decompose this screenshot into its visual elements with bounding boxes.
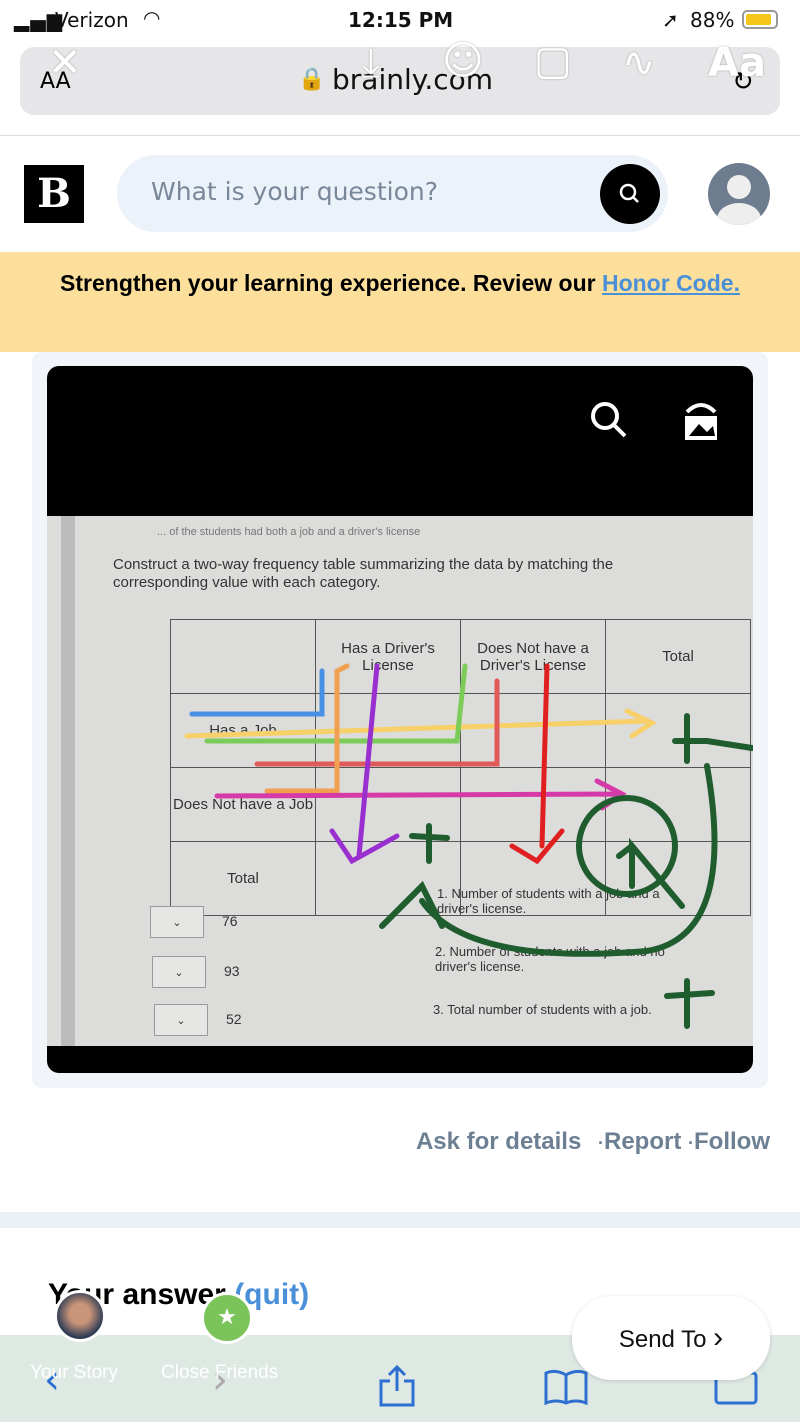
url-bar[interactable]: AA 🔒 brainly.com ↻ <box>20 47 780 115</box>
follow-link[interactable]: Follow <box>694 1128 770 1155</box>
search-button[interactable] <box>600 164 660 224</box>
chevron-right-icon: › <box>713 1321 724 1354</box>
clock: 12:15 PM <box>348 8 454 32</box>
question-image[interactable]: ... of the students had both a job and a… <box>47 366 753 1073</box>
search-icon <box>619 183 639 203</box>
draw-icon[interactable]: ∿ <box>622 40 656 86</box>
banner-text: Strengthen your learning experience. Rev… <box>60 270 602 296</box>
ask-for-details-link[interactable]: Ask for details <box>416 1128 581 1155</box>
close-friends-label[interactable]: Close Friends <box>161 1362 278 1384</box>
zoom-icon[interactable] <box>587 398 631 442</box>
face-effects-icon[interactable]: ☺ <box>442 38 484 84</box>
divider <box>0 135 800 136</box>
drawing-annotations <box>184 663 753 1029</box>
section-divider <box>0 1212 800 1228</box>
send-to-label: Send To <box>618 1326 707 1353</box>
lock-icon: 🔒 <box>298 67 326 92</box>
wifi-icon: ◠ <box>143 6 161 30</box>
your-story-avatar[interactable] <box>54 1290 106 1342</box>
rotate-image-icon[interactable] <box>679 396 723 444</box>
send-to-button[interactable]: Send To › <box>572 1296 770 1380</box>
close-icon[interactable]: ✕ <box>48 40 82 86</box>
search-input[interactable]: What is your question? <box>117 155 668 232</box>
search-placeholder: What is your question? <box>151 177 438 206</box>
question-actions: Ask for details ·Report ·Follow <box>0 1128 770 1156</box>
avatar[interactable] <box>708 163 770 225</box>
location-icon: ➚ <box>662 8 679 32</box>
honor-code-banner: Strengthen your learning experience. Rev… <box>0 252 800 352</box>
brainly-logo[interactable]: B <box>24 165 84 223</box>
homework-photo: ... of the students had both a job and a… <box>47 516 753 1046</box>
text-icon[interactable]: Aa <box>708 40 766 86</box>
bookmarks-icon[interactable] <box>542 1367 590 1407</box>
download-icon[interactable]: ⤓ <box>362 40 380 86</box>
status-bar: ▂▄▆ Verizon ◠ 12:15 PM ➚ 88% <box>0 0 800 40</box>
report-link[interactable]: Report <box>604 1128 681 1155</box>
sticker-icon[interactable]: ▢ <box>534 38 572 84</box>
battery-percent: 88% <box>690 8 735 32</box>
star-icon[interactable]: ★ <box>201 1292 253 1344</box>
share-icon[interactable] <box>376 1363 418 1409</box>
carrier: Verizon <box>55 8 129 32</box>
battery-icon <box>742 10 778 29</box>
honor-code-link[interactable]: Honor Code. <box>602 270 740 296</box>
user-icon <box>717 175 761 225</box>
your-story-label[interactable]: Your Story <box>30 1362 118 1384</box>
